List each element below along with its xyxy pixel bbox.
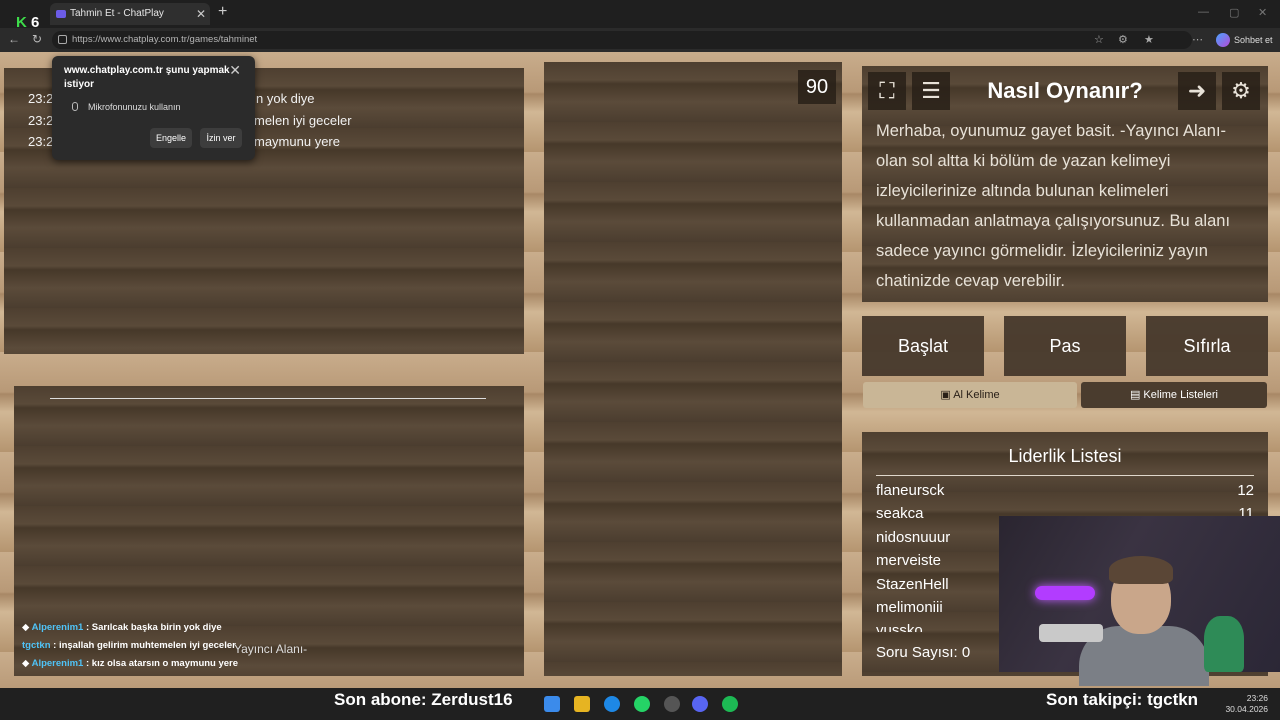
favorite-star-icon[interactable]: ☆ bbox=[1094, 33, 1104, 46]
chat-text-2: melen iyi geceler bbox=[254, 113, 352, 128]
webcam-overlay bbox=[999, 516, 1280, 686]
streamer-area-divider bbox=[50, 398, 486, 399]
chat-text-1: n yok diye bbox=[256, 91, 315, 106]
notes-icon[interactable]: ☰ bbox=[912, 72, 950, 110]
tab-word-lists[interactable]: ▤ Kelime Listeleri bbox=[1081, 382, 1267, 408]
file-explorer-icon[interactable] bbox=[574, 696, 590, 712]
streamer-hair bbox=[1109, 556, 1173, 584]
close-window-icon[interactable]: ✕ bbox=[1258, 6, 1267, 19]
browser-tab-bar: K 6 Tahmin Et - ChatPlay ✕ + — ▢ ✕ bbox=[0, 0, 1280, 31]
start-button[interactable]: Başlat bbox=[862, 316, 984, 376]
timer: 90 bbox=[798, 70, 836, 104]
tab-chatplay[interactable]: Tahmin Et - ChatPlay ✕ bbox=[50, 3, 210, 25]
block-button[interactable]: Engelle bbox=[150, 128, 192, 148]
maximize-icon[interactable]: ▢ bbox=[1229, 6, 1239, 19]
question-count: Soru Sayısı: 0 bbox=[876, 644, 971, 661]
address-bar: ← ↻ https://www.chatplay.com.tr/games/ta… bbox=[0, 28, 1280, 52]
studio-mic bbox=[1039, 624, 1103, 642]
exit-icon[interactable]: ➜ bbox=[1178, 72, 1216, 110]
pass-button[interactable]: Pas bbox=[1004, 316, 1126, 376]
last-follower-text: Son takipçi: tgctkn bbox=[1046, 690, 1199, 709]
twitch-chat-line: tgctkn : inşallah gelirim muhtemelen iyi… bbox=[22, 640, 236, 651]
favorites-icon[interactable]: ★ bbox=[1144, 33, 1154, 46]
center-panel bbox=[544, 62, 842, 676]
minimize-icon[interactable]: — bbox=[1198, 6, 1209, 18]
last-sub-text: Son abone: Zerdust16 bbox=[334, 690, 513, 709]
reset-button[interactable]: Sıfırla bbox=[1146, 316, 1268, 376]
back-arrow-icon[interactable]: ← bbox=[8, 32, 20, 46]
chat-text-3: maymunu yere bbox=[254, 134, 340, 149]
system-clock: 23:26 30.04.2026 bbox=[1225, 693, 1268, 714]
screen: K 6 Tahmin Et - ChatPlay ✕ + — ▢ ✕ ← ↻ h… bbox=[0, 0, 1280, 720]
copilot-chat-button[interactable]: Sohbet et bbox=[1216, 32, 1273, 48]
allow-button[interactable]: İzin ver bbox=[200, 128, 242, 148]
discord-icon[interactable] bbox=[692, 696, 708, 712]
fullscreen-icon[interactable]: ⛶ bbox=[868, 72, 906, 110]
spotify-icon[interactable] bbox=[722, 696, 738, 712]
close-tab-icon[interactable]: ✕ bbox=[196, 3, 206, 25]
neon-light bbox=[1035, 586, 1095, 600]
start-windows-icon[interactable] bbox=[544, 696, 560, 712]
microphone-icon bbox=[72, 102, 78, 111]
extensions-icon[interactable]: ⚙ bbox=[1118, 33, 1128, 46]
url-field[interactable]: https://www.chatplay.com.tr/games/tahmin… bbox=[52, 31, 1192, 49]
mic-permission-popup: www.chatplay.com.tr şunu yapmak istiyor … bbox=[52, 56, 255, 160]
url-text: https://www.chatplay.com.tr/games/tahmin… bbox=[72, 34, 258, 45]
obs-icon[interactable] bbox=[664, 696, 680, 712]
permission-text: Mikrofonunuzu kullanın bbox=[88, 102, 181, 112]
how-to-text: Merhaba, oyunumuz gayet basit. -Yayıncı … bbox=[876, 122, 1231, 290]
plant-figure bbox=[1204, 616, 1244, 672]
leaderboard-title: Liderlik Listesi bbox=[876, 446, 1254, 476]
copilot-icon bbox=[1216, 33, 1230, 47]
close-popup-icon[interactable]: ✕ bbox=[229, 62, 241, 79]
twitch-chat-line: ◆ Alperenim1 : kız olsa atarsın o maymun… bbox=[22, 658, 239, 669]
chat-time-3: 23:2 bbox=[28, 134, 54, 149]
edge-icon[interactable] bbox=[604, 696, 620, 712]
twitch-chat-line: ◆ Alperenim1 : Sarılcak başka birin yok … bbox=[22, 622, 222, 633]
popup-title: www.chatplay.com.tr şunu yapmak istiyor bbox=[64, 65, 230, 90]
settings-gear-icon[interactable]: ⚙ bbox=[1222, 72, 1260, 110]
chat-time-2: 23:2 bbox=[28, 113, 54, 128]
tab-get-word[interactable]: ▣ Al Kelime bbox=[863, 382, 1077, 408]
taskbar: Son abone: Zerdust16 Son takipçi: tgctkn… bbox=[0, 688, 1280, 720]
chat-time-1: 23:2 bbox=[28, 91, 54, 106]
new-tab-button[interactable]: + bbox=[218, 3, 227, 21]
streamer-area-label: Yayıncı Alanı- bbox=[234, 642, 308, 656]
more-menu-icon[interactable]: ⋯ bbox=[1192, 33, 1203, 46]
site-info-icon[interactable] bbox=[58, 35, 67, 44]
tab-title: Tahmin Et - ChatPlay bbox=[70, 8, 164, 19]
leaderboard-row: flaneursck 12 bbox=[876, 482, 1254, 499]
refresh-icon[interactable]: ↻ bbox=[32, 32, 42, 46]
chatplay-favicon-icon bbox=[56, 10, 66, 18]
how-to-title: Nasıl Oynanır? bbox=[987, 78, 1143, 103]
whatsapp-icon[interactable] bbox=[634, 696, 650, 712]
